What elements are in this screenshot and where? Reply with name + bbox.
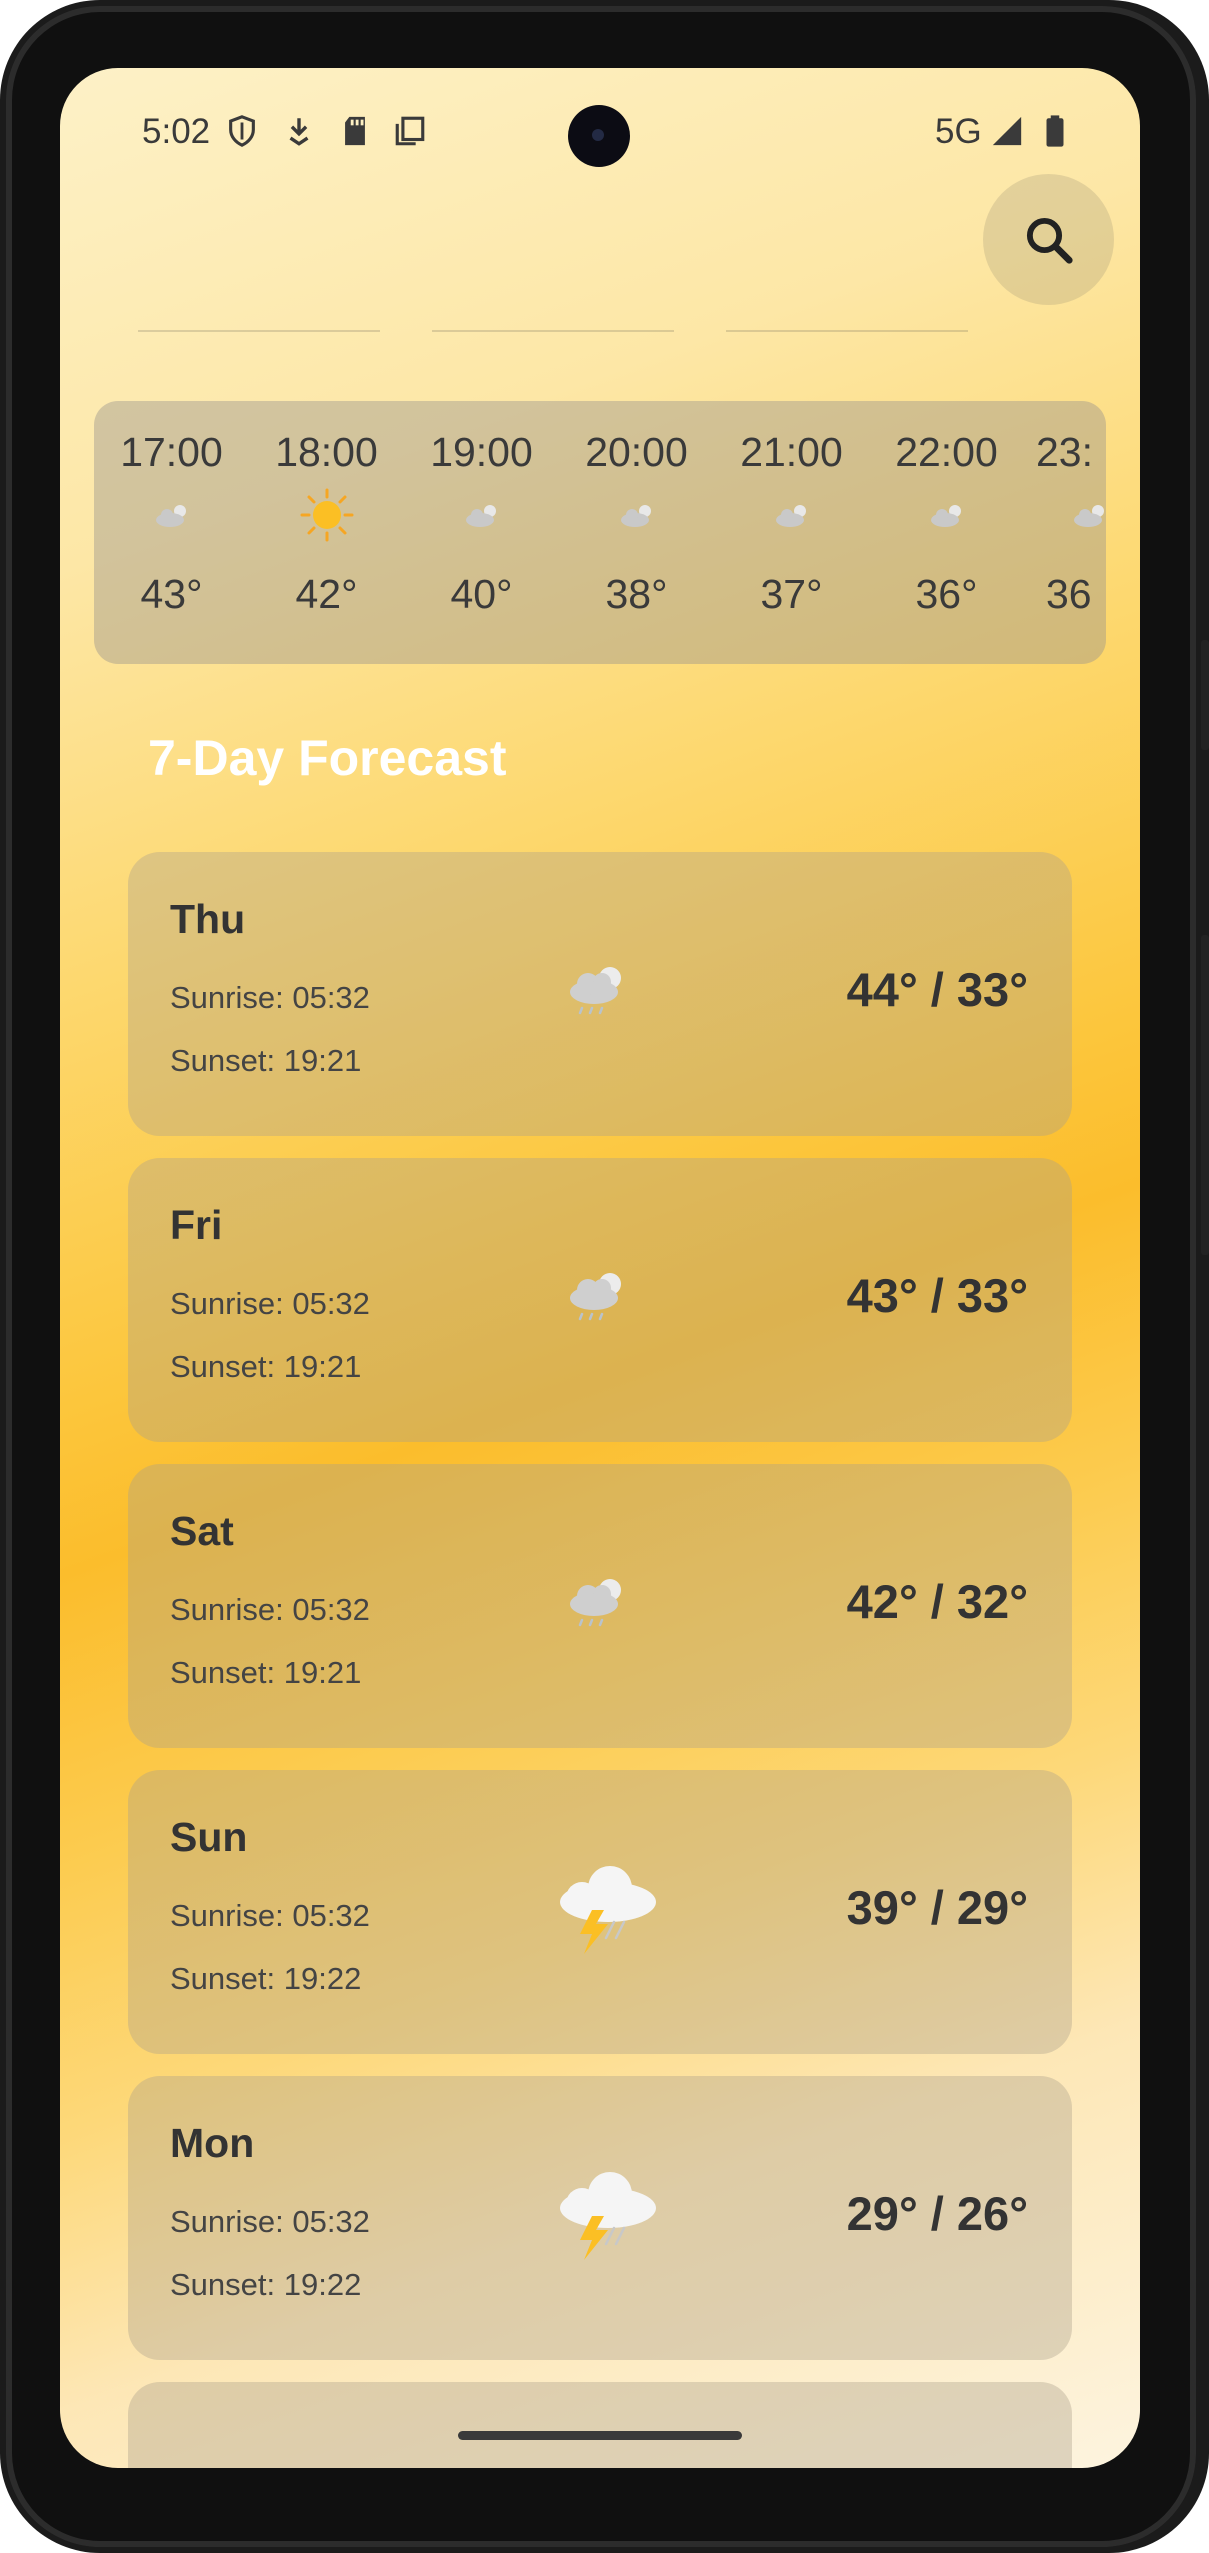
hour-temp: 36 (1046, 571, 1092, 617)
battery-icon (1046, 115, 1064, 147)
app-screen: 5:02 5G 17:00 43° 18:00 42° 19:00 40° 20… (60, 68, 1140, 2468)
forecast-title: 7-Day Forecast (148, 730, 507, 786)
hour-temp: 37° (760, 571, 823, 617)
power-button (1201, 935, 1209, 1255)
sunrise-text: Sunrise: 05:32 (170, 1898, 370, 1933)
signal-icon (992, 116, 1022, 146)
sunset-text: Sunset: 19:21 (170, 1349, 362, 1384)
hour-temp: 36° (915, 571, 978, 617)
day-card-thu[interactable]: Thu Sunrise: 05:32 Sunset: 19:21 44° / 3… (128, 852, 1072, 1136)
hourly-forecast[interactable]: 17:00 43° 18:00 42° 19:00 40° 20:00 38° … (94, 401, 1106, 664)
day-name: Thu (170, 896, 246, 942)
sunset-text: Sunset: 19:22 (170, 2267, 362, 2302)
hour-time: 20:00 (585, 429, 688, 475)
temperature-range: 42° / 32° (846, 1575, 1028, 1628)
hour-time: 18:00 (275, 429, 378, 475)
cloudy-icon (775, 505, 806, 527)
sunrise-text: Sunrise: 05:32 (170, 2204, 370, 2239)
cloudy-icon (465, 505, 496, 527)
volume-button (1201, 640, 1209, 750)
hour-item: 17:00 43° (94, 401, 249, 664)
cloudy-icon (1074, 505, 1104, 527)
cloudy-icon (155, 505, 186, 527)
hour-time: 23: (1036, 429, 1093, 475)
cloudy-icon (620, 505, 651, 527)
tab-underline (726, 330, 968, 332)
hour-item: 20:00 38° (559, 401, 714, 664)
hour-item: 23: 36 (1024, 401, 1106, 664)
temperature-range: 43° / 33° (846, 1269, 1028, 1322)
hour-temp: 38° (605, 571, 668, 617)
partly-cloudy-rain-icon (570, 1579, 621, 1627)
day-card-sun[interactable]: Sun Sunrise: 05:32 Sunset: 19:22 39° / 2… (128, 1770, 1072, 2054)
day-name: Mon (170, 2120, 255, 2166)
temperature-range: 29° / 26° (846, 2187, 1028, 2240)
hour-time: 22:00 (895, 429, 998, 475)
hour-item: 19:00 40° (404, 401, 559, 664)
copy-icon (395, 116, 425, 146)
day-card-partial[interactable] (128, 2382, 1072, 2468)
hour-time: 19:00 (430, 429, 533, 475)
day-name: Fri (170, 1202, 223, 1248)
hour-temp: 43° (140, 571, 203, 617)
search-icon (1026, 217, 1073, 264)
sunrise-text: Sunrise: 05:32 (170, 1286, 370, 1321)
hour-time: 17:00 (120, 429, 223, 475)
sunset-text: Sunset: 19:21 (170, 1655, 362, 1690)
front-camera (568, 105, 630, 167)
hour-item: 22:00 36° (869, 401, 1024, 664)
sun-icon (300, 488, 353, 542)
sunrise-text: Sunrise: 05:32 (170, 980, 370, 1015)
shield-icon (229, 115, 255, 147)
day-card-sat[interactable]: Sat Sunrise: 05:32 Sunset: 19:21 42° / 3… (128, 1464, 1072, 1748)
download-icon (289, 118, 309, 146)
partly-cloudy-rain-icon (570, 1273, 621, 1321)
cloudy-icon (930, 505, 961, 527)
tab-underline (432, 330, 674, 332)
hour-item: 18:00 42° (249, 401, 404, 664)
phone-frame: 5:02 5G 17:00 43° 18:00 42° 19:00 40° 20… (0, 0, 1209, 2553)
search-button[interactable] (983, 174, 1114, 305)
status-time: 5:02 (142, 112, 211, 151)
day-card-fri[interactable]: Fri Sunrise: 05:32 Sunset: 19:21 43° / 3… (128, 1158, 1072, 1442)
day-name: Sat (170, 1508, 234, 1554)
home-indicator[interactable] (458, 2431, 742, 2440)
thunderstorm-icon (560, 1866, 656, 1954)
sunset-text: Sunset: 19:22 (170, 1961, 362, 1996)
status-bar: 5:02 5G (60, 68, 1140, 178)
hour-time: 21:00 (740, 429, 843, 475)
partly-cloudy-rain-icon (570, 967, 621, 1015)
temperature-range: 44° / 33° (846, 963, 1028, 1016)
hour-item: 21:00 37° (714, 401, 869, 664)
thunderstorm-icon (560, 2172, 656, 2260)
network-label: 5G (935, 112, 982, 151)
sunrise-text: Sunrise: 05:32 (170, 1592, 370, 1627)
temperature-range: 39° / 29° (846, 1881, 1028, 1934)
hour-temp: 40° (450, 571, 513, 617)
tab-underline (138, 330, 380, 332)
sunset-text: Sunset: 19:21 (170, 1043, 362, 1078)
day-card-mon[interactable]: Mon Sunrise: 05:32 Sunset: 19:22 29° / 2… (128, 2076, 1072, 2360)
sd-card-icon (345, 116, 365, 146)
day-name: Sun (170, 1814, 248, 1860)
hour-temp: 42° (295, 571, 358, 617)
